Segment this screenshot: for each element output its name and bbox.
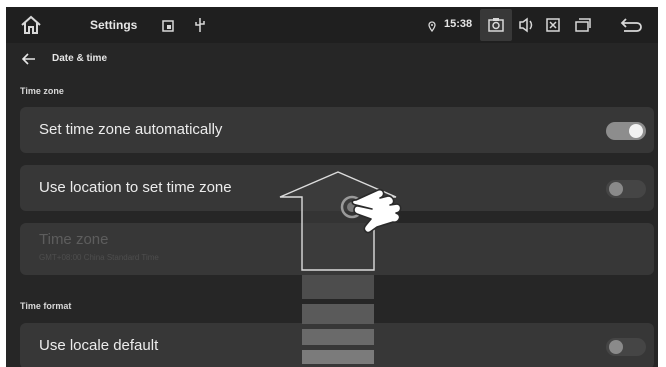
recent-apps-icon[interactable] <box>575 18 591 37</box>
clock: 15:38 <box>444 18 473 30</box>
auto-timezone-toggle[interactable] <box>606 122 646 140</box>
locale-default-setting[interactable]: Use locale default <box>20 323 654 367</box>
timezone-setting: Time zone GMT+08:00 China Standard Time <box>20 223 654 275</box>
toggle-knob <box>629 124 643 138</box>
close-box-icon[interactable] <box>546 18 560 37</box>
arrow-left-icon[interactable] <box>21 52 36 70</box>
app-bar: Date & time <box>6 43 658 75</box>
status-bar: Settings 15:38 <box>6 7 658 43</box>
timezone-value: GMT+08:00 China Standard Time <box>39 253 159 262</box>
location-timezone-toggle[interactable] <box>606 180 646 198</box>
locale-default-label: Use locale default <box>39 337 159 354</box>
location-icon <box>428 19 436 37</box>
section-title-time-zone: Time zone <box>20 86 64 96</box>
auto-timezone-setting[interactable]: Set time zone automatically <box>20 107 654 153</box>
page-title: Date & time <box>52 53 108 64</box>
locale-default-toggle[interactable] <box>606 338 646 356</box>
app-name: Settings <box>90 18 138 32</box>
volume-icon[interactable] <box>518 17 536 38</box>
timezone-label: Time zone <box>39 231 109 248</box>
usb-icon <box>195 18 205 37</box>
back-icon[interactable] <box>620 17 642 38</box>
home-icon[interactable] <box>20 15 42 40</box>
location-timezone-label: Use location to set time zone <box>39 179 232 196</box>
toggle-knob <box>609 182 623 196</box>
auto-timezone-label: Set time zone automatically <box>39 121 223 138</box>
device-screen: Settings 15:38 Date & time Time zone Set… <box>6 7 658 367</box>
camera-button[interactable] <box>480 9 512 41</box>
screenshot-icon <box>162 19 174 37</box>
section-title-time-format: Time format <box>20 301 72 311</box>
toggle-knob <box>609 340 623 354</box>
camera-icon <box>488 17 504 37</box>
location-timezone-setting[interactable]: Use location to set time zone <box>20 165 654 211</box>
